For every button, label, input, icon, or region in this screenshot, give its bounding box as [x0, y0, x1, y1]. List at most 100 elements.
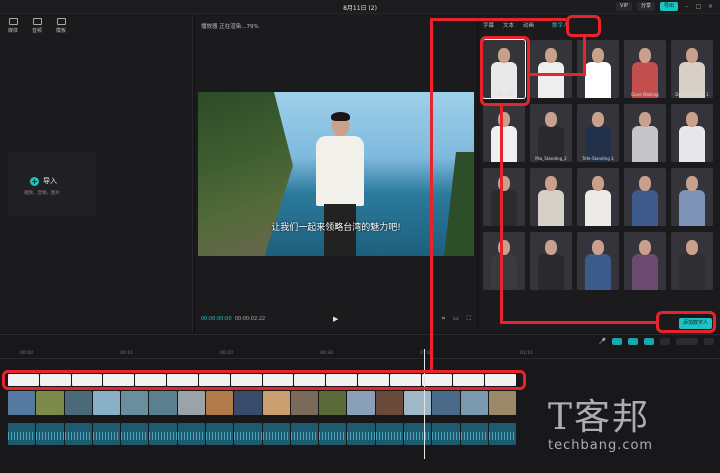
- tool-2[interactable]: 模板: [56, 18, 66, 34]
- audio-clip[interactable]: [121, 423, 149, 445]
- avatar-card[interactable]: [483, 168, 525, 226]
- audio-clip[interactable]: [149, 423, 177, 445]
- mic-icon[interactable]: 🎤: [599, 338, 606, 345]
- tool-label: 音频: [32, 28, 43, 34]
- audio-clip[interactable]: [205, 423, 234, 445]
- tab-2[interactable]: 动画: [523, 21, 534, 29]
- time-ruler[interactable]: 00:00 00:10 00:20 00:30 01:00 01:10: [0, 349, 720, 359]
- crop-icon[interactable]: ⌗: [442, 315, 445, 323]
- export-button[interactable]: 导出: [659, 2, 678, 11]
- avatar-head: [639, 240, 651, 255]
- share-button[interactable]: 分享: [636, 2, 655, 11]
- audio-clip[interactable]: [319, 423, 347, 445]
- audio-clip[interactable]: [262, 423, 290, 445]
- avatar-card[interactable]: [671, 104, 713, 162]
- audio-clip[interactable]: [375, 423, 403, 445]
- video-clip[interactable]: [290, 391, 319, 415]
- tab-1[interactable]: 文本: [503, 21, 514, 29]
- avatar-card[interactable]: [671, 232, 713, 290]
- avatar-body: [538, 254, 564, 290]
- video-clip[interactable]: [375, 391, 403, 415]
- tool-0[interactable]: 媒体: [8, 18, 18, 34]
- snap-toggle[interactable]: [628, 338, 638, 345]
- audio-clip[interactable]: [290, 423, 319, 445]
- tab-0[interactable]: 字幕: [483, 21, 494, 29]
- zoom-slider[interactable]: [676, 338, 698, 345]
- maximize-icon[interactable]: □: [695, 3, 702, 10]
- avatar-card[interactable]: Dove Standing 1: [671, 40, 713, 98]
- avatar-card[interactable]: [624, 232, 666, 290]
- avatar-card[interactable]: Mia_Standing_2: [530, 104, 572, 162]
- avatar-card[interactable]: [624, 104, 666, 162]
- avatar-card[interactable]: [577, 168, 619, 226]
- tool-label: 媒体: [8, 28, 19, 34]
- video-clip[interactable]: [36, 391, 64, 415]
- audio-clip[interactable]: [177, 423, 205, 445]
- avatar-head: [545, 176, 557, 191]
- video-clip[interactable]: [205, 391, 234, 415]
- tool-1[interactable]: 音频: [32, 18, 42, 34]
- audio-clip[interactable]: [432, 423, 460, 445]
- video-clip[interactable]: [8, 391, 36, 415]
- video-clip[interactable]: [319, 391, 347, 415]
- avatar-card[interactable]: [483, 104, 525, 162]
- import-area[interactable]: + 导入 视频、音频、图片: [8, 152, 96, 216]
- video-clip[interactable]: [460, 391, 488, 415]
- avatar-head: [592, 176, 604, 191]
- avatar-body: [585, 62, 611, 98]
- video-clip[interactable]: [121, 391, 149, 415]
- video-clip[interactable]: [262, 391, 290, 415]
- avatar-head: [592, 112, 604, 127]
- avatar-card[interactable]: [530, 40, 572, 98]
- audio-clip[interactable]: [347, 423, 375, 445]
- avatar-card[interactable]: [530, 168, 572, 226]
- audio-clip[interactable]: [92, 423, 121, 445]
- fullscreen-icon[interactable]: ⛶: [467, 315, 471, 323]
- video-clip[interactable]: [488, 391, 517, 415]
- audio-clip[interactable]: [488, 423, 517, 445]
- video-clip[interactable]: [177, 391, 205, 415]
- zoom-out-icon[interactable]: [660, 338, 670, 345]
- audio-track: [8, 423, 517, 445]
- audio-clip[interactable]: [234, 423, 262, 445]
- preview-toggle[interactable]: [644, 338, 654, 345]
- time-current: 00:00:00:00: [201, 316, 232, 322]
- video-clip[interactable]: [64, 391, 92, 415]
- connector-line: [500, 106, 503, 324]
- import-button[interactable]: + 导入: [30, 176, 57, 186]
- avatar-name: Tefe-Standing 3: [582, 156, 614, 161]
- avatar-card[interactable]: [671, 168, 713, 226]
- playhead[interactable]: [424, 349, 425, 459]
- audio-clip[interactable]: [64, 423, 92, 445]
- avatar-card[interactable]: [530, 232, 572, 290]
- audio-clip[interactable]: [403, 423, 432, 445]
- avatar-card[interactable]: Tefe-Standing 3: [577, 104, 619, 162]
- title-bar: 8月11日 (2) VIP 分享 导出 – □ ×: [0, 0, 720, 14]
- video-clip[interactable]: [149, 391, 177, 415]
- vip-badge[interactable]: VIP: [616, 2, 632, 11]
- play-icon[interactable]: ▶: [333, 315, 338, 323]
- avatar-head: [592, 240, 604, 255]
- avatar-body: [585, 254, 611, 290]
- close-icon[interactable]: ×: [707, 3, 714, 10]
- video-clip[interactable]: [347, 391, 375, 415]
- avatar-card[interactable]: [624, 168, 666, 226]
- video-clip[interactable]: [403, 391, 432, 415]
- video-clip[interactable]: [92, 391, 121, 415]
- audio-clip[interactable]: [36, 423, 64, 445]
- audio-clip[interactable]: [460, 423, 488, 445]
- audio-clip[interactable]: [8, 423, 36, 445]
- minimize-icon[interactable]: –: [683, 3, 690, 10]
- avatar-card[interactable]: Dove Walking: [624, 40, 666, 98]
- avatar-head: [686, 240, 698, 255]
- ratio-icon[interactable]: ▭: [453, 315, 459, 323]
- watermark-url: techbang.com: [548, 438, 654, 453]
- avatar-head: [639, 176, 651, 191]
- avatar-card[interactable]: [483, 232, 525, 290]
- plus-icon: +: [30, 176, 39, 186]
- avatar-card[interactable]: [577, 232, 619, 290]
- link-toggle[interactable]: [612, 338, 622, 345]
- video-clip[interactable]: [432, 391, 460, 415]
- video-clip[interactable]: [234, 391, 262, 415]
- zoom-in-icon[interactable]: [704, 338, 714, 345]
